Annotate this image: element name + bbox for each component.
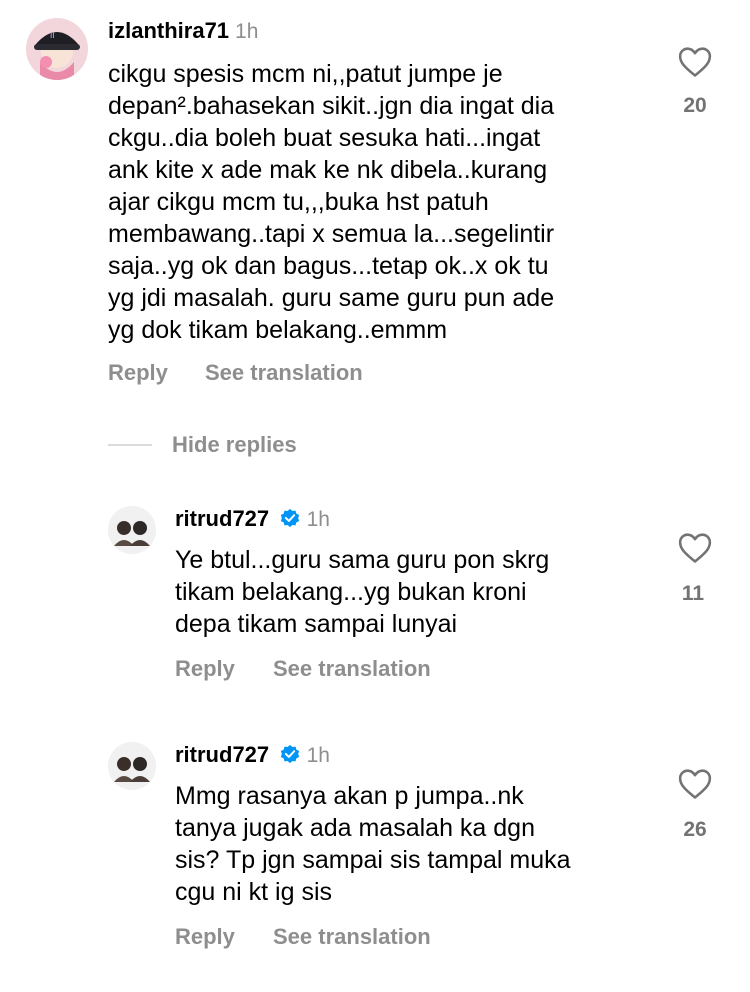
verified-badge-icon (280, 744, 299, 764)
like-button[interactable] (678, 768, 712, 805)
like-count[interactable]: 26 (665, 818, 725, 842)
reply-button[interactable]: Reply (175, 656, 235, 682)
heart-icon (678, 47, 712, 77)
see-translation-button[interactable]: See translation (273, 924, 431, 950)
comment-text: cikgu spesis mcm ni,,patut jumpe je depa… (108, 60, 555, 344)
replies-divider (108, 444, 152, 446)
verified-badge-icon (280, 508, 299, 528)
comment-time: 1h (235, 20, 259, 43)
reply-text: Ye btul...guru sama guru pon skrg tikam … (175, 546, 550, 638)
reply-button[interactable]: Reply (108, 360, 168, 386)
comment-header: izlanthira71 1h (108, 18, 258, 44)
avatar-image: II (26, 18, 88, 80)
reply-text: Mmg rasanya akan p jumpa..nk tanya jugak… (175, 782, 571, 906)
avatar[interactable] (108, 506, 156, 554)
like-button[interactable] (678, 46, 712, 83)
like-button[interactable] (678, 532, 712, 569)
see-translation-button[interactable]: See translation (205, 360, 363, 386)
reply-header: ritrud727 1h (175, 742, 330, 768)
like-count[interactable]: 11 (663, 582, 723, 606)
like-count[interactable]: 20 (665, 94, 725, 118)
reply-time: 1h (306, 744, 330, 767)
hide-replies-button[interactable]: Hide replies (172, 432, 297, 458)
heart-icon (678, 769, 712, 799)
reply-header: ritrud727 1h (175, 506, 330, 532)
avatar[interactable] (108, 742, 156, 790)
reply-button[interactable]: Reply (175, 924, 235, 950)
reply-time: 1h (306, 508, 330, 531)
reply-username[interactable]: ritrud727 (175, 506, 269, 531)
comment-username[interactable]: izlanthira71 (108, 18, 229, 43)
avatar-image (108, 506, 156, 554)
see-translation-button[interactable]: See translation (273, 656, 431, 682)
reply-username[interactable]: ritrud727 (175, 742, 269, 767)
svg-text:II: II (50, 31, 55, 40)
avatar[interactable]: II (26, 18, 88, 80)
heart-icon (678, 533, 712, 563)
avatar-image (108, 742, 156, 790)
